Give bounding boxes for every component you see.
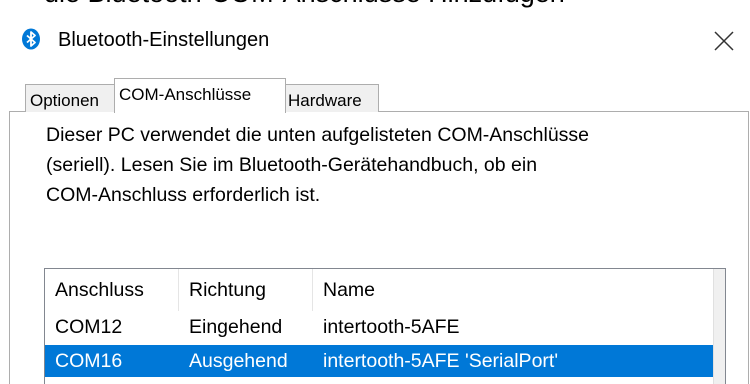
cell-name: intertooth-5AFE 'SerialPort' <box>323 350 559 372</box>
cell-port: COM12 <box>55 316 123 338</box>
cell-direction: Ausgehend <box>189 350 288 372</box>
table-row[interactable]: COM12 Eingehend intertooth-5AFE <box>45 311 713 343</box>
cell-direction: Eingehend <box>189 316 283 338</box>
tab-hardware[interactable]: Hardware <box>283 84 379 112</box>
tab-optionen-label: Optionen <box>30 91 99 110</box>
tab-optionen[interactable]: Optionen <box>25 84 117 112</box>
cell-port: COM16 <box>55 350 123 372</box>
tab-strip: Optionen COM-Anschlüsse Hardware <box>0 0 750 113</box>
column-header-name[interactable]: Name <box>313 269 713 311</box>
description-text: Dieser PC verwendet die unten aufgeliste… <box>46 120 706 210</box>
description-line: (seriell). Lesen Sie im Bluetooth-Geräte… <box>46 154 538 176</box>
vertical-scrollbar[interactable] <box>713 269 725 384</box>
com-ports-list[interactable]: Anschluss Richtung Name COM12 Eingehend … <box>44 268 726 384</box>
cell-name: intertooth-5AFE <box>323 316 460 338</box>
description-line: Dieser PC verwendet die unten aufgeliste… <box>46 124 590 146</box>
description-line: COM-Anschluss erforderlich ist. <box>46 184 321 206</box>
list-header: Anschluss Richtung Name <box>45 269 725 311</box>
tab-com-anschluesse[interactable]: COM-Anschlüsse <box>114 78 286 113</box>
tab-hardware-label: Hardware <box>288 91 362 110</box>
column-header-anschluss[interactable]: Anschluss <box>45 269 178 311</box>
tab-com-anschluesse-label: COM-Anschlüsse <box>119 85 252 104</box>
table-row-selected[interactable]: COM16 Ausgehend intertooth-5AFE 'SerialP… <box>45 345 713 377</box>
column-header-richtung[interactable]: Richtung <box>179 269 312 311</box>
